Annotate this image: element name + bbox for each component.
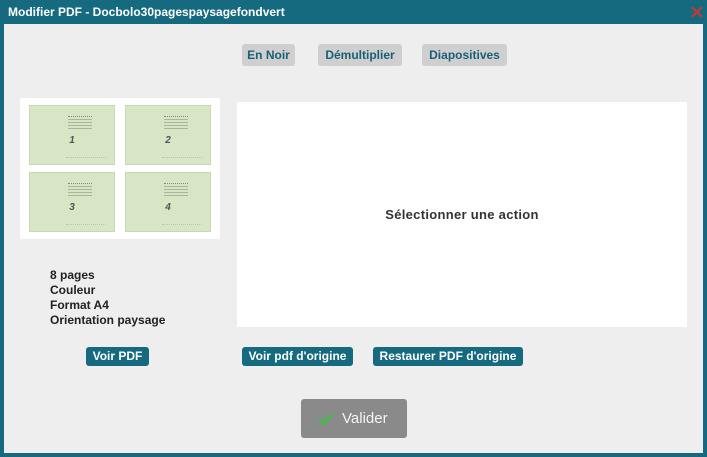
preview-placeholder: Sélectionner une action xyxy=(385,207,539,222)
document-info: 8 pages Couleur Format A4 Orientation pa… xyxy=(50,268,165,328)
dialog-body: En Noir Démultiplier Diapositives 1 2 3 … xyxy=(4,24,703,453)
page-orientation: Orientation paysage xyxy=(50,313,166,327)
page-number: 4 xyxy=(165,202,171,213)
diapositives-button[interactable]: Diapositives xyxy=(422,44,507,66)
en-noir-button[interactable]: En Noir xyxy=(242,44,295,66)
window-title: Modifier PDF - Docbolo30pagespaysagefond… xyxy=(8,5,285,19)
page-number: 1 xyxy=(69,135,75,146)
color-mode: Couleur xyxy=(50,283,96,297)
page-thumbnail: 1 xyxy=(29,105,115,165)
view-pdf-button[interactable]: Voir PDF xyxy=(86,347,149,366)
page-thumbnail: 2 xyxy=(125,105,211,165)
pdf-thumbnail-preview: 1 2 3 4 xyxy=(20,98,220,239)
validate-label: Valider xyxy=(342,410,388,427)
demultiplier-button[interactable]: Démultiplier xyxy=(318,44,402,66)
page-number: 2 xyxy=(165,135,171,146)
action-preview-panel: Sélectionner une action xyxy=(237,102,687,327)
page-format: Format A4 xyxy=(50,298,109,312)
modal-dialog: Modifier PDF - Docbolo30pagespaysagefond… xyxy=(0,0,707,457)
validate-button[interactable]: Valider xyxy=(301,399,407,438)
page-number: 3 xyxy=(69,202,75,213)
check-icon xyxy=(318,413,334,425)
view-original-pdf-button[interactable]: Voir pdf d'origine xyxy=(242,347,353,366)
page-thumbnail: 4 xyxy=(125,172,211,232)
restore-original-pdf-button[interactable]: Restaurer PDF d'origine xyxy=(373,347,523,366)
close-icon[interactable] xyxy=(691,6,703,18)
page-thumbnail: 3 xyxy=(29,172,115,232)
title-bar: Modifier PDF - Docbolo30pagespaysagefond… xyxy=(0,0,707,24)
page-count: 8 pages xyxy=(50,268,95,282)
